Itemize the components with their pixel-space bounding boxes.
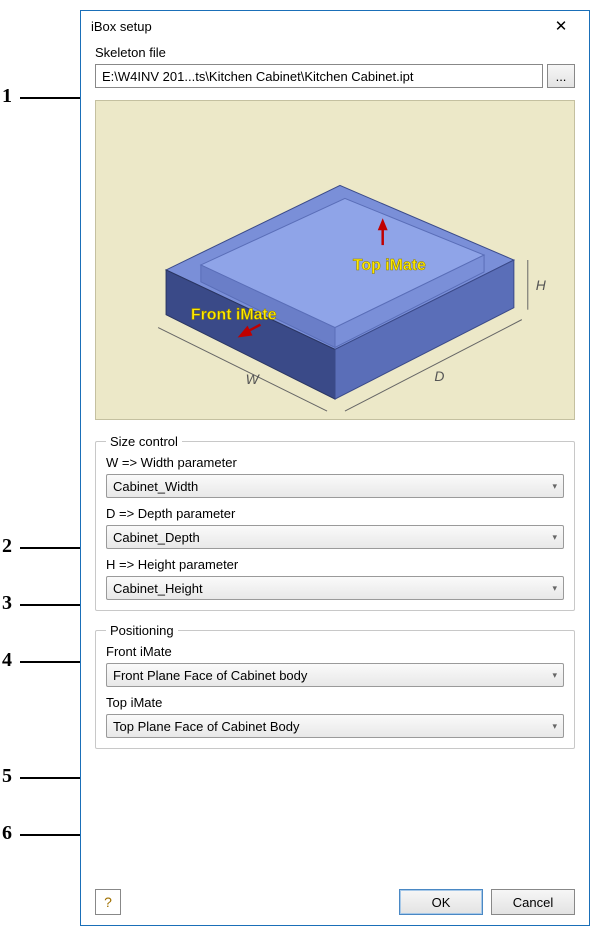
- cancel-button[interactable]: Cancel: [491, 889, 575, 915]
- annotation-1: 1: [2, 85, 12, 108]
- chevron-down-icon: ▾: [552, 532, 557, 543]
- depth-param-label: D => Depth parameter: [106, 506, 564, 521]
- positioning-legend: Positioning: [106, 623, 178, 638]
- chevron-down-icon: ▾: [552, 721, 557, 732]
- chevron-down-icon: ▾: [552, 481, 557, 492]
- width-param-value: Cabinet_Width: [113, 479, 552, 494]
- front-imate-field-label: Front iMate: [106, 644, 564, 659]
- browse-button[interactable]: ...: [547, 64, 575, 88]
- dim-w-label: W: [246, 371, 261, 387]
- titlebar: iBox setup ✕: [81, 11, 589, 41]
- chevron-down-icon: ▾: [552, 670, 557, 681]
- ok-button[interactable]: OK: [399, 889, 483, 915]
- size-control-legend: Size control: [106, 434, 182, 449]
- annotation-layer: 1 2 3 4 5 6: [0, 0, 80, 940]
- top-imate-field-label: Top iMate: [106, 695, 564, 710]
- height-param-value: Cabinet_Height: [113, 581, 552, 596]
- depth-param-dropdown[interactable]: Cabinet_Depth ▾: [106, 525, 564, 549]
- height-param-dropdown[interactable]: Cabinet_Height ▾: [106, 576, 564, 600]
- size-control-group: Size control W => Width parameter Cabine…: [95, 434, 575, 611]
- browse-label: ...: [556, 69, 567, 84]
- cancel-label: Cancel: [513, 895, 553, 910]
- dim-d-label: D: [434, 368, 444, 384]
- annotation-3: 3: [2, 592, 12, 615]
- skeleton-file-label: Skeleton file: [95, 45, 575, 60]
- skeleton-file-input[interactable]: [95, 64, 543, 88]
- positioning-group: Positioning Front iMate Front Plane Face…: [95, 623, 575, 749]
- top-imate-dropdown[interactable]: Top Plane Face of Cabinet Body ▾: [106, 714, 564, 738]
- top-imate-label: Top iMate: [353, 257, 426, 274]
- annotation-5: 5: [2, 765, 12, 788]
- help-button[interactable]: ?: [95, 889, 121, 915]
- front-imate-label: Front iMate: [191, 307, 277, 324]
- preview-panel: W D H Top iMate Front iMate: [95, 100, 575, 420]
- dim-h-label: H: [536, 277, 547, 293]
- height-param-label: H => Height parameter: [106, 557, 564, 572]
- chevron-down-icon: ▾: [552, 583, 557, 594]
- close-icon: ✕: [555, 17, 568, 35]
- depth-param-value: Cabinet_Depth: [113, 530, 552, 545]
- front-imate-value: Front Plane Face of Cabinet body: [113, 668, 552, 683]
- ok-label: OK: [432, 895, 451, 910]
- annotation-6: 6: [2, 822, 12, 845]
- dialog-title: iBox setup: [91, 19, 541, 34]
- help-icon: ?: [104, 894, 112, 910]
- top-imate-value: Top Plane Face of Cabinet Body: [113, 719, 552, 734]
- front-imate-dropdown[interactable]: Front Plane Face of Cabinet body ▾: [106, 663, 564, 687]
- width-param-dropdown[interactable]: Cabinet_Width ▾: [106, 474, 564, 498]
- annotation-4: 4: [2, 649, 12, 672]
- close-button[interactable]: ✕: [541, 12, 581, 40]
- annotation-2: 2: [2, 535, 12, 558]
- ibox-setup-dialog: iBox setup ✕ Skeleton file ...: [80, 10, 590, 926]
- width-param-label: W => Width parameter: [106, 455, 564, 470]
